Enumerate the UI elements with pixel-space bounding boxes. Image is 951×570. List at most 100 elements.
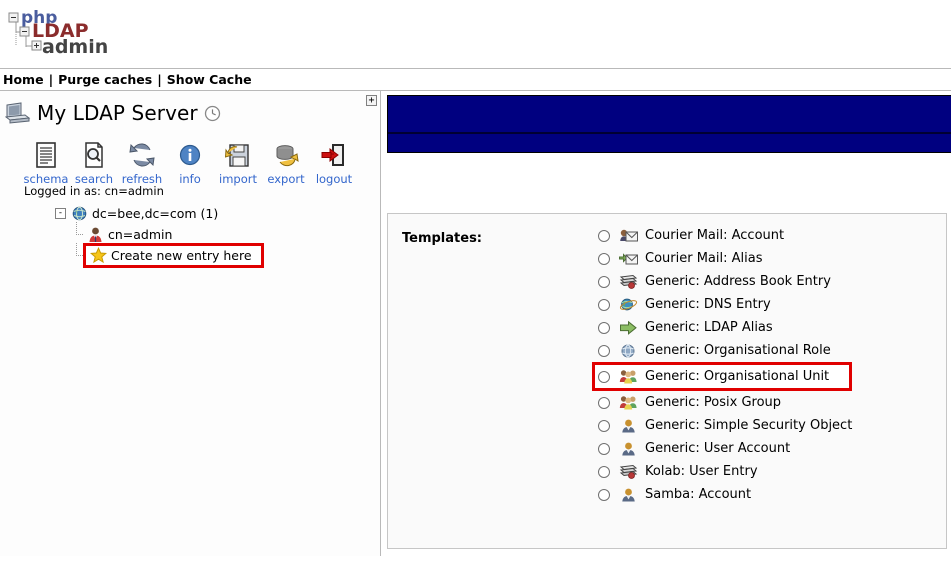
template-label: Samba: Account (645, 487, 752, 502)
template-option-courier-mail-account[interactable]: Courier Mail: Account (598, 224, 852, 247)
template-option-kolab-user-entry[interactable]: Kolab: User Entry (598, 460, 852, 483)
template-label: Generic: Simple Security Object (645, 418, 853, 433)
user-icon (619, 440, 638, 458)
tree-label-cn-admin[interactable]: cn=admin (108, 227, 172, 242)
main-navigation-bar: Home | Purge caches | Show Cache (0, 68, 951, 91)
radio-generic-organisational-role[interactable] (598, 344, 610, 357)
template-label: Generic: User Account (645, 441, 791, 456)
template-option-courier-mail-alias[interactable]: Courier Mail: Alias (598, 247, 852, 270)
template-option-generic-posix-group[interactable]: Generic: Posix Group (598, 391, 852, 414)
template-option-generic-user-account[interactable]: Generic: User Account (598, 437, 852, 460)
toolbar-label-export: export (267, 172, 305, 186)
address-book-icon (619, 273, 638, 291)
computer-icon (5, 102, 31, 124)
radio-generic-dns-entry[interactable] (598, 298, 610, 311)
template-label: Kolab: User Entry (645, 464, 758, 479)
template-label: Generic: Organisational Unit (645, 369, 830, 384)
radio-generic-address-book-entry[interactable] (598, 275, 610, 288)
mail-account-icon (619, 227, 638, 245)
right-content-panel: Templates: Courier Mail: Account Courier… (382, 91, 951, 557)
radio-samba-account[interactable] (598, 488, 610, 501)
nav-purge-caches[interactable]: Purge caches (58, 72, 152, 87)
template-label: Generic: Organisational Role (645, 343, 831, 358)
radio-generic-organisational-unit[interactable] (598, 370, 610, 383)
tree-connector (71, 222, 86, 245)
user-icon (619, 417, 638, 435)
refresh-arrows-icon (128, 139, 156, 169)
template-option-generic-simple-security-object[interactable]: Generic: Simple Security Object (598, 414, 852, 437)
schema-document-icon (33, 139, 59, 169)
address-book-icon (619, 463, 638, 481)
blue-globe-icon (619, 342, 638, 360)
toolbar-label-import: import (219, 172, 257, 186)
template-option-generic-address-book-entry[interactable]: Generic: Address Book Entry (598, 270, 852, 293)
group-people-icon (619, 368, 638, 386)
logout-door-icon (321, 139, 347, 169)
server-header: My LDAP Server (5, 101, 221, 125)
dns-globe-icon (619, 296, 638, 314)
nav-separator-1: | (48, 72, 54, 87)
tree-row-cn-admin[interactable]: cn=admin (71, 222, 264, 245)
tree-connector (71, 243, 86, 266)
template-label: Courier Mail: Alias (645, 251, 763, 266)
import-floppy-icon (225, 139, 251, 169)
nav-separator-2: | (157, 72, 162, 87)
server-title: My LDAP Server (37, 101, 198, 125)
logged-in-status: Logged in as: cn=admin (24, 184, 164, 198)
green-arrow-icon (619, 319, 638, 337)
tree-row-root[interactable]: - dc=bee,dc=com (1) (55, 203, 264, 224)
nav-show-cache[interactable]: Show Cache (167, 72, 252, 87)
star-icon (89, 247, 107, 264)
template-label: Generic: DNS Entry (645, 297, 771, 312)
tree-row-create-new-entry[interactable]: Create new entry here (71, 243, 264, 268)
left-tree-panel: + My LDAP Server schema search refresh i… (0, 91, 381, 556)
toolbar-item-export[interactable]: export (262, 139, 310, 186)
template-option-generic-organisational-unit[interactable]: Generic: Organisational Unit (592, 362, 853, 391)
templates-panel: Templates: Courier Mail: Account Courier… (387, 213, 947, 549)
blue-banner (387, 95, 951, 153)
toolbar-item-refresh[interactable]: refresh (118, 139, 166, 186)
radio-courier-mail-alias[interactable] (598, 252, 610, 265)
toolbar-item-search[interactable]: search (70, 139, 118, 186)
toolbar-label-info: info (179, 172, 201, 186)
clock-icon (204, 105, 220, 121)
radio-generic-user-account[interactable] (598, 442, 610, 455)
template-option-generic-ldap-alias[interactable]: Generic: LDAP Alias (598, 316, 852, 339)
template-option-generic-dns-entry[interactable]: Generic: DNS Entry (598, 293, 852, 316)
toolbar-item-logout[interactable]: logout (310, 139, 358, 186)
template-option-samba-account[interactable]: Samba: Account (598, 483, 852, 506)
template-label: Generic: Posix Group (645, 395, 782, 410)
templates-list: Courier Mail: Account Courier Mail: Alia… (592, 224, 853, 506)
ldap-tree: - dc=bee,dc=com (1) cn=admin Create new … (55, 203, 264, 268)
tree-collapse-toggle[interactable]: - (55, 208, 66, 219)
template-option-generic-organisational-role[interactable]: Generic: Organisational Role (598, 339, 852, 362)
template-label: Generic: LDAP Alias (645, 320, 773, 335)
create-new-entry-highlight[interactable]: Create new entry here (83, 243, 264, 268)
radio-generic-posix-group[interactable] (598, 396, 610, 409)
user-icon (619, 486, 638, 504)
info-circle-icon (178, 139, 202, 169)
toolbar-item-schema[interactable]: schema (22, 139, 70, 186)
tree-label-root[interactable]: dc=bee,dc=com (1) (92, 206, 218, 221)
user-icon (86, 226, 104, 243)
toolbar-item-import[interactable]: import (214, 139, 262, 186)
expand-panel-button[interactable]: + (366, 95, 377, 106)
export-database-icon (272, 139, 300, 169)
phpldapadmin-logo: php LDAP admin (8, 8, 108, 58)
radio-generic-simple-security-object[interactable] (598, 419, 610, 432)
logo-area: php LDAP admin (0, 0, 951, 68)
template-label: Courier Mail: Account (645, 228, 785, 243)
radio-courier-mail-account[interactable] (598, 229, 610, 242)
nav-home[interactable]: Home (3, 72, 44, 87)
logo-text-admin: admin (42, 36, 108, 58)
toolbar-item-info[interactable]: info (166, 139, 214, 186)
template-label: Generic: Address Book Entry (645, 274, 831, 289)
mail-alias-icon (619, 250, 638, 268)
group-people-icon (619, 394, 638, 412)
toolbar-label-logout: logout (315, 172, 353, 186)
templates-label: Templates: (402, 231, 483, 246)
banner-hairline (388, 132, 951, 134)
radio-generic-ldap-alias[interactable] (598, 321, 610, 334)
radio-kolab-user-entry[interactable] (598, 465, 610, 478)
tree-label-create-new-entry[interactable]: Create new entry here (111, 248, 252, 263)
